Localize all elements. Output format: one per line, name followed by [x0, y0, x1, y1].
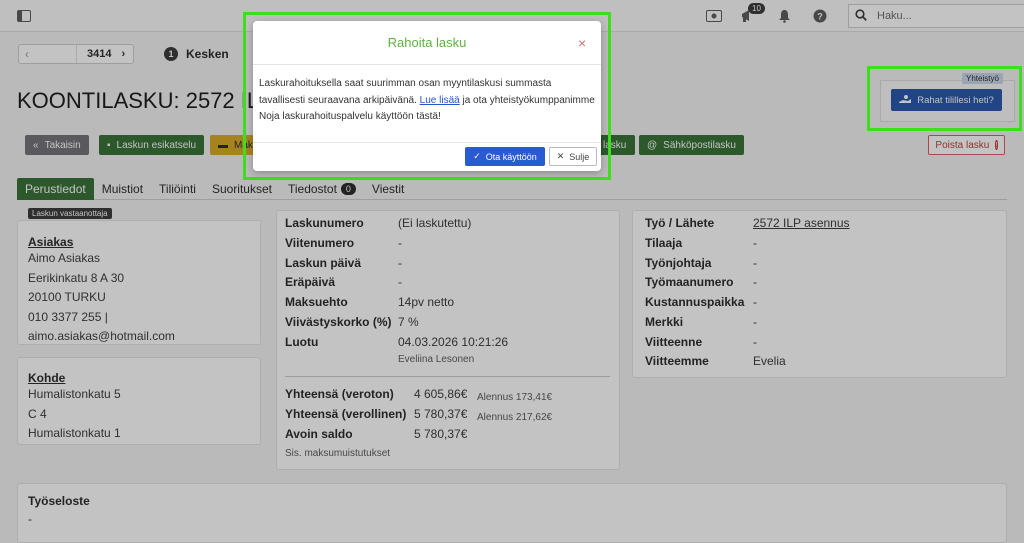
financing-modal: Rahoita lasku × Laskurahoituksella saat … [253, 21, 601, 171]
modal-body: Laskurahoituksella saat suurimman osan m… [259, 76, 595, 126]
x-icon: ✕ [556, 151, 565, 161]
modal-title: Rahoita lasku [387, 35, 467, 50]
modal-header-divider [253, 64, 601, 65]
check-icon: ✓ [473, 151, 481, 161]
enable-button[interactable]: ✓ Ota käyttöön [465, 147, 545, 166]
partner-highlight-frame [867, 66, 1022, 131]
close-button[interactable]: ✕ Sulje [549, 147, 597, 166]
modal-footer-divider [253, 142, 601, 143]
modal-close-icon[interactable]: × [578, 35, 586, 51]
read-more-link[interactable]: Lue lisää [420, 95, 460, 106]
